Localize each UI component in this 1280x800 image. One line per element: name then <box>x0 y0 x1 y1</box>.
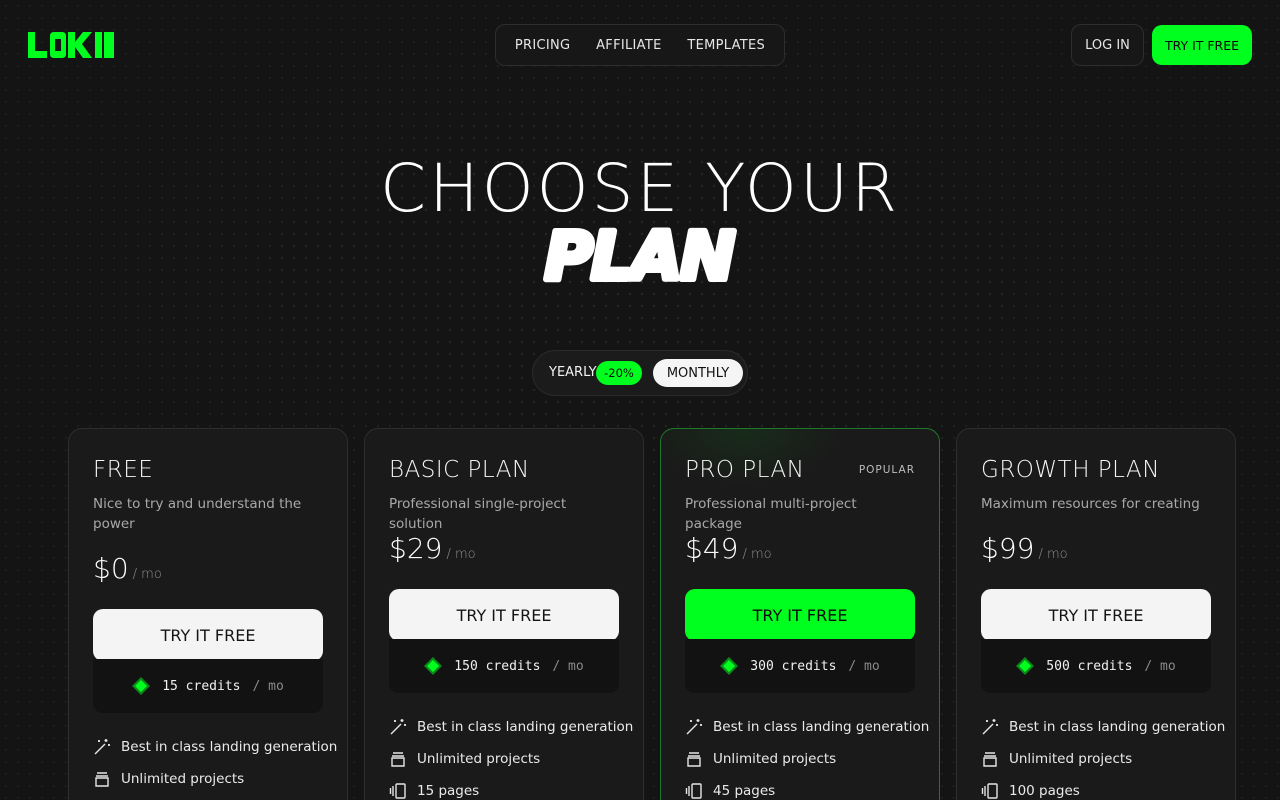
feature-label: Unlimited projects <box>713 751 837 767</box>
credits-unit: / mo <box>848 658 880 674</box>
feature-label: Best in class landing generation <box>1009 719 1226 735</box>
plan-name: FREE <box>93 457 154 483</box>
try-free-button[interactable]: TRY IT FREE <box>93 609 323 661</box>
nav-affiliate[interactable]: AFFILIATE <box>596 38 662 53</box>
popular-badge: POPULAR <box>858 464 915 476</box>
plan-price: $0/ mo <box>93 552 162 585</box>
credits-gem-icon <box>1016 657 1035 675</box>
pages-icon <box>389 783 406 799</box>
plan-description: Maximum resources for creating <box>981 496 1200 512</box>
credits-unit: / mo <box>1144 658 1176 674</box>
credits-unit: / mo <box>552 658 584 674</box>
yearly-discount-badge: -20% <box>596 361 642 385</box>
plan-description: Nice to try and understand the power <box>93 496 302 532</box>
plan-price: $29/ mo <box>389 532 476 565</box>
credits-box: 500 credits / mo <box>981 639 1211 693</box>
feature-label: Unlimited projects <box>1009 751 1133 767</box>
price-value: $49 <box>685 532 739 565</box>
pages-icon <box>685 783 702 799</box>
magic-wand-icon <box>982 719 998 735</box>
plan-name: GROWTH PLAN <box>981 457 1160 483</box>
hero-plan-wordmark: PLAN <box>542 225 740 287</box>
magic-wand-icon <box>390 719 406 735</box>
credits-gem-icon <box>132 677 151 695</box>
credits-gem-icon <box>720 657 739 675</box>
hero-plan-text: PLAN <box>545 225 735 287</box>
magic-wand-icon <box>94 739 110 755</box>
feature-item: Best in class landing generation <box>981 718 1225 736</box>
feature-item: Unlimited projects <box>93 770 244 788</box>
main-nav: PRICING AFFILIATE TEMPLATES <box>495 24 785 66</box>
loki-logo[interactable] <box>28 32 114 58</box>
feature-label: Best in class landing generation <box>713 719 930 735</box>
credits-box: 15 credits / mo <box>93 659 323 713</box>
plan-card-pro: PRO PLAN POPULAR Professional multi-proj… <box>660 428 940 800</box>
plan-card-growth: GROWTH PLAN Maximum resources for creati… <box>956 428 1236 800</box>
yearly-option[interactable]: YEARLY <box>549 365 597 380</box>
feature-item: 100 pages <box>981 782 1080 800</box>
stack-icon <box>983 752 997 767</box>
credits-amount: 300 credits <box>750 658 837 674</box>
plan-price: $99/ mo <box>981 532 1068 565</box>
magic-wand-icon <box>686 719 702 735</box>
plan-name: BASIC PLAN <box>389 457 530 483</box>
header-try-free-button[interactable]: TRY IT FREE <box>1152 25 1252 65</box>
plan-name: PRO PLAN <box>685 457 805 483</box>
plan-description: Professional single-project solution <box>389 496 567 532</box>
feature-label: Best in class landing generation <box>121 739 338 755</box>
try-free-button[interactable]: TRY IT FREE <box>685 589 915 641</box>
credits-amount: 500 credits <box>1046 658 1133 674</box>
feature-item: 45 pages <box>685 782 775 800</box>
login-button[interactable]: LOG IN <box>1071 24 1144 66</box>
plan-description: Professional multi-project package <box>685 496 857 532</box>
price-value: $0 <box>93 552 129 585</box>
price-unit: / mo <box>742 547 772 562</box>
stack-icon <box>95 772 109 787</box>
price-value: $29 <box>389 532 443 565</box>
feature-label: 45 pages <box>713 783 776 799</box>
feature-label: Unlimited projects <box>417 751 541 767</box>
nav-templates[interactable]: TEMPLATES <box>687 38 765 53</box>
price-value: $99 <box>981 532 1035 565</box>
billing-toggle: YEARLY -20% MONTHLY <box>532 350 748 396</box>
plan-card-basic: BASIC PLAN Professional single-project s… <box>364 428 644 800</box>
feature-item: Best in class landing generation <box>93 738 337 756</box>
credits-amount: 15 credits <box>162 678 241 694</box>
feature-item: Unlimited projects <box>389 750 540 768</box>
price-unit: / mo <box>446 547 476 562</box>
feature-item: Best in class landing generation <box>389 718 633 736</box>
price-unit: / mo <box>132 567 162 582</box>
credits-gem-icon <box>424 657 443 675</box>
price-unit: / mo <box>1038 547 1068 562</box>
monthly-option[interactable]: MONTHLY <box>653 359 743 387</box>
try-free-button[interactable]: TRY IT FREE <box>389 589 619 641</box>
feature-item: Unlimited projects <box>981 750 1132 768</box>
credits-box: 300 credits / mo <box>685 639 915 693</box>
feature-label: 100 pages <box>1009 783 1080 799</box>
credits-box: 150 credits / mo <box>389 639 619 693</box>
nav-pricing[interactable]: PRICING <box>515 38 571 53</box>
stack-icon <box>391 752 405 767</box>
credits-amount: 150 credits <box>454 658 541 674</box>
feature-label: Unlimited projects <box>121 771 245 787</box>
feature-item: Unlimited projects <box>685 750 836 768</box>
stack-icon <box>687 752 701 767</box>
feature-item: Best in class landing generation <box>685 718 929 736</box>
pages-icon <box>981 783 998 799</box>
plan-card-free: FREE Nice to try and understand the powe… <box>68 428 348 800</box>
feature-item: 15 pages <box>389 782 479 800</box>
credits-unit: / mo <box>252 678 284 694</box>
hero-title: CHOOSE YOUR <box>379 150 900 227</box>
feature-label: 15 pages <box>417 783 480 799</box>
plan-price: $49/ mo <box>685 532 772 565</box>
try-free-button[interactable]: TRY IT FREE <box>981 589 1211 641</box>
feature-label: Best in class landing generation <box>417 719 634 735</box>
